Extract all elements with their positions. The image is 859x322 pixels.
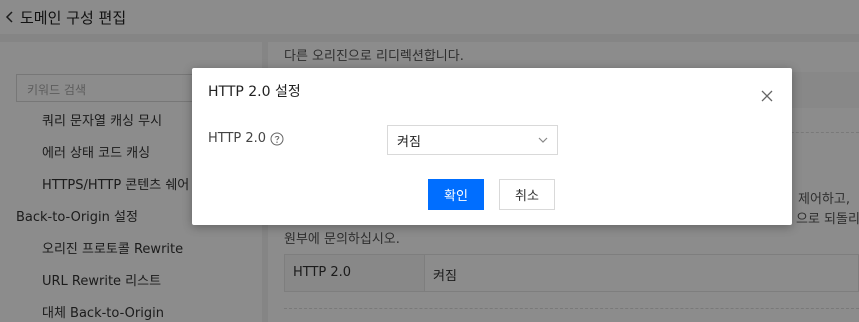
close-icon[interactable]	[759, 88, 775, 104]
help-circle-icon[interactable]	[270, 132, 284, 146]
confirm-button[interactable]: 확인	[428, 179, 484, 210]
http2-settings-dialog: HTTP 2.0 설정 HTTP 2.0 켜짐 확인 취소	[192, 68, 792, 225]
cancel-button[interactable]: 취소	[499, 179, 555, 210]
http2-select[interactable]: 켜짐	[387, 125, 558, 155]
select-value: 켜짐	[397, 134, 421, 150]
chevron-down-icon	[537, 134, 549, 146]
field-label-text: HTTP 2.0	[208, 131, 267, 146]
dialog-title: HTTP 2.0 설정	[208, 84, 301, 100]
http2-field-label: HTTP 2.0	[208, 131, 284, 146]
